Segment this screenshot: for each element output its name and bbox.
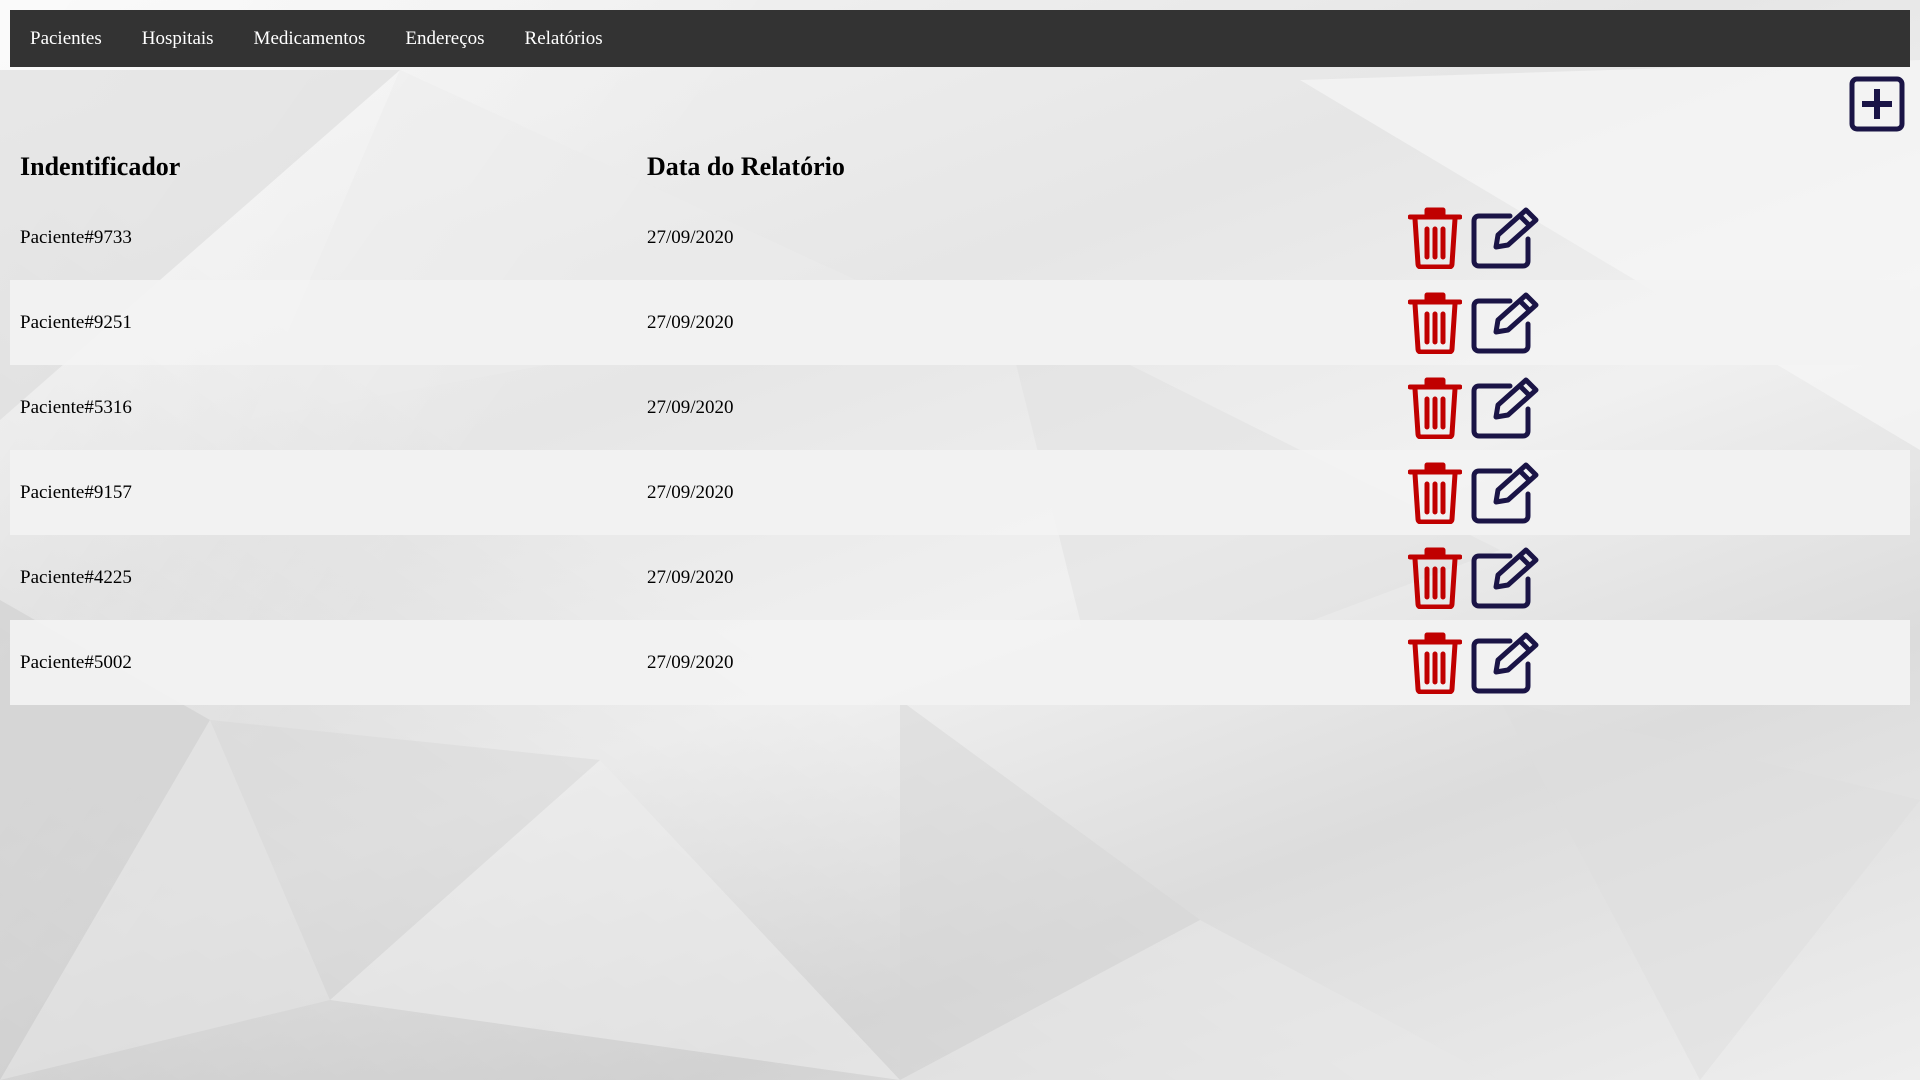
edit-icon — [1471, 292, 1539, 354]
table-row: Paciente#9157 27/09/2020 — [10, 450, 1910, 535]
row-actions — [1408, 632, 1542, 694]
delete-button[interactable] — [1408, 292, 1462, 354]
edit-icon — [1471, 377, 1539, 439]
table-header: Indentificador Data do Relatório — [10, 140, 1910, 195]
row-actions — [1408, 377, 1542, 439]
trash-icon — [1408, 547, 1462, 609]
top-navbar: Pacientes Hospitais Medicamentos Endereç… — [10, 10, 1910, 67]
column-header-identifier: Indentificador — [20, 152, 181, 181]
trash-icon — [1408, 462, 1462, 524]
row-actions — [1408, 462, 1542, 524]
nav-item-enderecos[interactable]: Endereços — [385, 10, 504, 67]
cell-date: 27/09/2020 — [647, 482, 734, 503]
edit-icon — [1471, 547, 1539, 609]
edit-icon — [1471, 462, 1539, 524]
edit-button[interactable] — [1470, 377, 1542, 439]
edit-icon — [1471, 207, 1539, 269]
trash-icon — [1408, 207, 1462, 269]
row-actions — [1408, 207, 1542, 269]
trash-icon — [1408, 377, 1462, 439]
column-header-report-date: Data do Relatório — [647, 152, 845, 181]
table-row: Paciente#5316 27/09/2020 — [10, 365, 1910, 450]
edit-button[interactable] — [1470, 292, 1542, 354]
table-row: Paciente#4225 27/09/2020 — [10, 535, 1910, 620]
edit-button[interactable] — [1470, 462, 1542, 524]
edit-button[interactable] — [1470, 207, 1542, 269]
delete-button[interactable] — [1408, 462, 1462, 524]
nav-item-medicamentos[interactable]: Medicamentos — [234, 10, 386, 67]
reports-table: Indentificador Data do Relatório Pacient… — [10, 140, 1910, 705]
add-report-button[interactable] — [1849, 76, 1905, 132]
cell-identifier: Paciente#4225 — [20, 567, 132, 588]
cell-identifier: Paciente#9251 — [20, 312, 132, 333]
cell-date: 27/09/2020 — [647, 227, 734, 248]
edit-icon — [1471, 632, 1539, 694]
cell-date: 27/09/2020 — [647, 397, 734, 418]
trash-icon — [1408, 292, 1462, 354]
row-actions — [1408, 547, 1542, 609]
delete-button[interactable] — [1408, 547, 1462, 609]
cell-date: 27/09/2020 — [647, 567, 734, 588]
table-row: Paciente#5002 27/09/2020 — [10, 620, 1910, 705]
cell-date: 27/09/2020 — [647, 652, 734, 673]
nav-item-pacientes[interactable]: Pacientes — [10, 10, 122, 67]
cell-identifier: Paciente#9157 — [20, 482, 132, 503]
plus-square-icon — [1849, 76, 1905, 132]
cell-identifier: Paciente#9733 — [20, 227, 132, 248]
delete-button[interactable] — [1408, 377, 1462, 439]
delete-button[interactable] — [1408, 207, 1462, 269]
nav-item-relatorios[interactable]: Relatórios — [505, 10, 623, 67]
delete-button[interactable] — [1408, 632, 1462, 694]
nav-item-hospitais[interactable]: Hospitais — [122, 10, 234, 67]
table-row: Paciente#9733 27/09/2020 — [10, 195, 1910, 280]
table-row: Paciente#9251 27/09/2020 — [10, 280, 1910, 365]
edit-button[interactable] — [1470, 547, 1542, 609]
trash-icon — [1408, 632, 1462, 694]
cell-date: 27/09/2020 — [647, 312, 734, 333]
edit-button[interactable] — [1470, 632, 1542, 694]
cell-identifier: Paciente#5316 — [20, 397, 132, 418]
row-actions — [1408, 292, 1542, 354]
cell-identifier: Paciente#5002 — [20, 652, 132, 673]
